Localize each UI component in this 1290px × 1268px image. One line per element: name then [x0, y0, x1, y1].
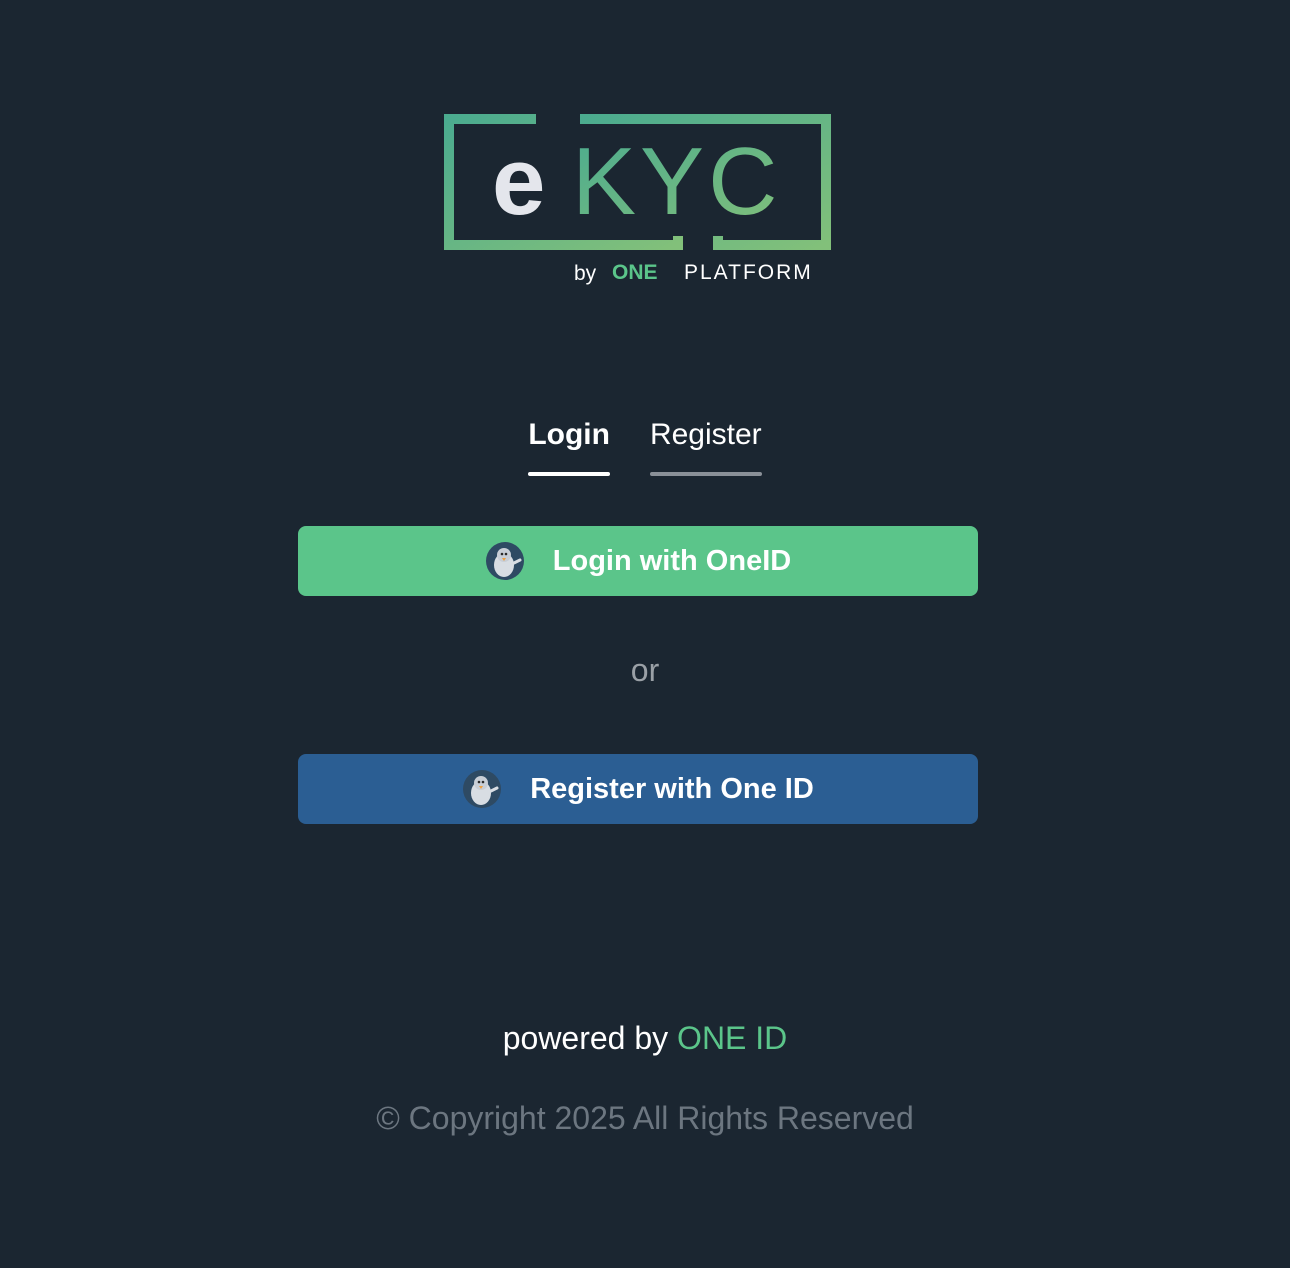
login-page: e KYC by ONE PLATFORM Login Register Log…: [0, 0, 1290, 1268]
ekyc-logo: e KYC by ONE PLATFORM: [440, 110, 836, 290]
penguin-avatar-icon: [485, 541, 525, 581]
svg-text:KYC: KYC: [572, 128, 781, 235]
login-with-oneid-button[interactable]: Login with OneID: [298, 526, 978, 596]
tab-register-underline: [649, 472, 762, 476]
tab-register-label: Register: [649, 418, 762, 451]
ekyc-logo-graphic: e KYC by ONE PLATFORM: [444, 114, 831, 285]
register-with-oneid-button[interactable]: Register with One ID: [298, 754, 978, 824]
svg-text:ONE: ONE: [612, 261, 658, 284]
svg-text:by: by: [574, 262, 597, 285]
tab-login-label: Login: [528, 418, 610, 451]
tab-register[interactable]: Register: [649, 410, 762, 476]
penguin-avatar-icon: [462, 769, 502, 809]
tab-login-underline: [528, 472, 610, 476]
auth-tabs: Login Register: [0, 410, 1290, 476]
powered-by-brand-link[interactable]: ONE ID: [677, 1020, 787, 1056]
tab-login[interactable]: Login: [528, 410, 610, 476]
or-divider: or: [630, 652, 660, 688]
svg-text:PLATFORM: PLATFORM: [684, 261, 813, 284]
register-button-label: Register with One ID: [530, 772, 814, 805]
svg-text:e: e: [492, 128, 545, 235]
copyright-text: © Copyright 2025 All Rights Reserved: [376, 1100, 914, 1136]
login-button-label: Login with OneID: [552, 544, 792, 577]
powered-by-prefix: powered by: [502, 1020, 669, 1056]
powered-by-text: powered by ONE ID: [0, 1020, 1290, 1057]
